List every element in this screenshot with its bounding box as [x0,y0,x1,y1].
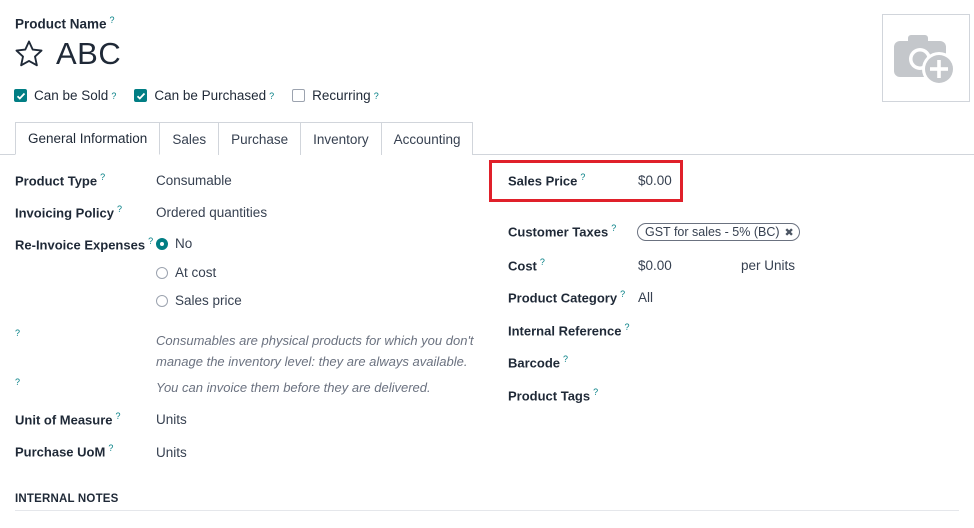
help-icon[interactable]: ? [116,411,121,421]
product-type-label: Product Type? [15,172,106,189]
remove-tag-icon[interactable]: ✖ [785,226,794,239]
help-icon[interactable]: ? [108,443,113,453]
recurring-label: Recurring [312,88,371,103]
help-icon[interactable]: ? [111,91,116,101]
help-icon[interactable]: ? [540,257,545,267]
help-icon[interactable]: ? [624,322,629,332]
barcode-label: Barcode? [508,354,569,371]
sales-price-label: Sales Price? [508,172,586,189]
help-icon[interactable]: ? [374,91,379,101]
camera-add-icon [894,35,956,86]
radio-selected-icon[interactable] [156,237,168,250]
tab-purchase[interactable]: Purchase [219,122,302,155]
reinvoice-option-sales-price[interactable]: Sales price [156,293,242,308]
cost-unit-text: per Units [741,258,796,273]
product-options: Can be Sold? Can be Purchased? Recurring… [14,88,397,103]
barcode-input[interactable] [638,350,888,372]
notebook-tabs: General Information Sales Purchase Inven… [15,122,474,155]
help-icon[interactable]: ? [15,328,20,344]
checkbox-checked-icon[interactable] [14,89,27,102]
tab-sales[interactable]: Sales [160,122,220,155]
tab-inventory[interactable]: Inventory [301,122,382,155]
help-icon[interactable]: ? [611,223,616,233]
radio-unselected-icon[interactable] [156,266,168,279]
product-category-label: Product Category? [508,289,626,306]
tax-tag: GST for sales - 5% (BC) ✖ [637,223,800,241]
unit-of-measure-label: Unit of Measure? [15,411,121,428]
unit-of-measure-field[interactable]: Units [156,412,187,427]
help-icon[interactable]: ? [620,289,625,299]
help-icon[interactable]: ? [148,236,153,246]
reinvoice-option-at-cost[interactable]: At cost [156,265,216,280]
can-be-sold-checkbox[interactable]: Can be Sold? [14,88,116,103]
product-tags-label: Product Tags? [508,387,599,404]
invoicing-policy-label: Invoicing Policy? [15,204,122,221]
product-image-upload[interactable] [882,14,970,102]
cost-field[interactable]: $0.00 [638,258,672,273]
internal-reference-label: Internal Reference? [508,322,630,339]
product-name-input[interactable]: ABC [56,36,121,72]
tab-general-information[interactable]: General Information [15,122,161,155]
help-icon[interactable]: ? [110,15,115,25]
sales-price-field[interactable]: $0.00 [638,173,672,188]
help-icon[interactable]: ? [117,204,122,214]
product-name-label: Product Name? [15,15,115,32]
product-tags-input[interactable] [638,383,888,405]
reinvoice-expenses-label: Re-Invoice Expenses? [15,236,154,253]
customer-taxes-label: Customer Taxes? [508,223,617,240]
help-icon[interactable]: ? [580,172,585,182]
help-icon[interactable]: ? [15,377,20,393]
product-category-field[interactable]: All [638,290,653,305]
can-be-purchased-label: Can be Purchased [154,88,267,103]
reinvoice-option-no[interactable]: No [156,236,192,251]
purchase-uom-label: Purchase UoM? [15,443,114,460]
internal-notes-divider [15,510,959,511]
customer-taxes-field[interactable]: GST for sales - 5% (BC) ✖ [637,223,800,241]
can-be-sold-label: Can be Sold [34,88,109,103]
star-icon[interactable] [13,38,45,70]
internal-notes-heading: INTERNAL NOTES [15,493,119,505]
product-title-row: ABC [13,36,121,72]
invoicing-policy-description: You can invoice them before they are del… [156,380,431,395]
help-icon[interactable]: ? [593,387,598,397]
checkbox-unchecked-icon[interactable] [292,89,306,102]
can-be-purchased-checkbox[interactable]: Can be Purchased? [134,88,274,103]
checkbox-checked-icon[interactable] [134,89,148,102]
recurring-checkbox[interactable]: Recurring? [292,88,379,103]
internal-reference-input[interactable] [638,318,888,340]
help-icon[interactable]: ? [269,91,274,101]
tab-accounting[interactable]: Accounting [381,122,474,155]
purchase-uom-field[interactable]: Units [156,445,187,460]
help-icon[interactable]: ? [563,354,568,364]
product-type-field[interactable]: Consumable [156,173,232,188]
help-icon[interactable]: ? [100,172,105,182]
invoicing-policy-field[interactable]: Ordered quantities [156,205,267,220]
cost-label: Cost? [508,257,545,274]
product-type-description: Consumables are physical products for wh… [156,333,474,369]
radio-unselected-icon[interactable] [156,294,168,307]
